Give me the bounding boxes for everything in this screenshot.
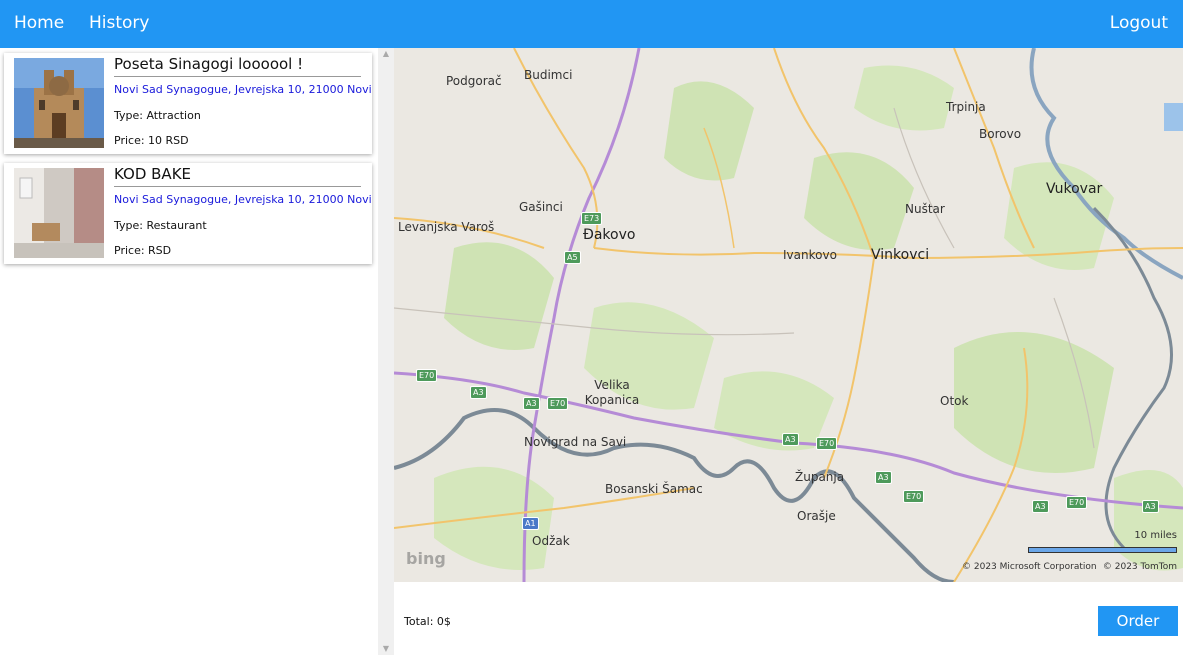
map-place-label: Vinkovci	[871, 247, 930, 263]
nav-home-link[interactable]: Home	[14, 13, 64, 33]
map-place-label: Podgorač	[446, 74, 502, 88]
top-nav-bar: Home History Logout	[0, 0, 1183, 48]
map-place-label: Novigrad na Savi	[524, 435, 627, 449]
nav-logout-link[interactable]: Logout	[1110, 13, 1168, 33]
road-shield-e70: E70	[547, 397, 569, 410]
map-place-label: Gašinci	[519, 200, 563, 214]
map-place-label: Vukovar	[1046, 181, 1103, 197]
map-place-label: Velika Kopanica	[584, 378, 640, 407]
item-type: Type: Attraction	[114, 109, 201, 122]
map-scale-label: 10 miles	[1134, 530, 1177, 541]
scroll-up-icon[interactable]: ▲	[382, 50, 390, 58]
road-shield-e70: E70	[816, 437, 838, 450]
map-place-label: Otok	[940, 394, 969, 408]
road-shield-a3: A3	[1032, 500, 1049, 513]
map-copyright-tomtom: © 2023 TomTom	[1102, 562, 1177, 572]
map-place-label: Trpinja	[946, 100, 986, 114]
road-shield-a3: A3	[523, 397, 540, 410]
order-button[interactable]: Order	[1098, 606, 1178, 636]
map-place-label: Ivankovo	[783, 248, 837, 262]
map-place-label: Županja	[795, 470, 845, 484]
map-place-label: Đakovo	[583, 227, 636, 243]
map-place-label: Nuštar	[905, 202, 945, 216]
nav-history-link[interactable]: History	[89, 13, 149, 33]
map-place-label: Levanjska Varoš	[398, 220, 495, 234]
map-place-label: Borovo	[979, 127, 1022, 141]
road-shield-a5: A5	[564, 251, 581, 264]
synagogue-thumbnail	[14, 58, 104, 148]
map-view[interactable]: Podgorač Budimci Trpinja Borovo Vukovar …	[394, 48, 1183, 582]
road-shield-a3: A3	[782, 433, 799, 446]
road-shield-e73: E73	[581, 212, 603, 225]
scroll-down-icon[interactable]: ▼	[382, 645, 390, 653]
list-item[interactable]: Poseta Sinagogi loooool ! Novi Sad Synag…	[4, 53, 372, 154]
item-type: Type: Restaurant	[114, 219, 207, 232]
map-place-label: Budimci	[524, 68, 573, 82]
restaurant-thumbnail	[14, 168, 104, 258]
bing-logo: bing	[406, 549, 446, 568]
order-total: Total: 0$	[404, 615, 451, 628]
map-place-label: Bosanski Šamac	[605, 482, 703, 496]
road-shield-e70: E70	[903, 490, 925, 503]
item-title: Poseta Sinagogi loooool !	[114, 55, 361, 77]
map-place-label: Orašje	[797, 509, 836, 523]
map-canvas	[394, 48, 1183, 582]
order-footer: Total: 0$ Order	[394, 582, 1183, 655]
item-address-link[interactable]: Novi Sad Synagogue, Jevrejska 10, 21000 …	[114, 83, 372, 96]
map-place-label: Odžak	[532, 534, 570, 548]
road-shield-e70: E70	[1066, 496, 1088, 509]
item-address-link[interactable]: Novi Sad Synagogue, Jevrejska 10, 21000 …	[114, 193, 372, 206]
map-copyright-microsoft: © 2023 Microsoft Corporation	[962, 562, 1097, 572]
road-shield-a3: A3	[875, 471, 892, 484]
road-shield-a1: A1	[522, 517, 539, 530]
item-price: Price: RSD	[114, 244, 172, 257]
item-title: KOD BAKE	[114, 165, 361, 187]
map-scale-bar	[1028, 547, 1177, 553]
list-scrollbar[interactable]: ▲ ▼	[378, 48, 394, 655]
road-shield-a3: A3	[1142, 500, 1159, 513]
road-shield-a3: A3	[470, 386, 487, 399]
road-shield-e70: E70	[416, 369, 438, 382]
list-item[interactable]: KOD BAKE Novi Sad Synagogue, Jevrejska 1…	[4, 163, 372, 264]
item-price: Price: 10 RSD	[114, 134, 189, 147]
